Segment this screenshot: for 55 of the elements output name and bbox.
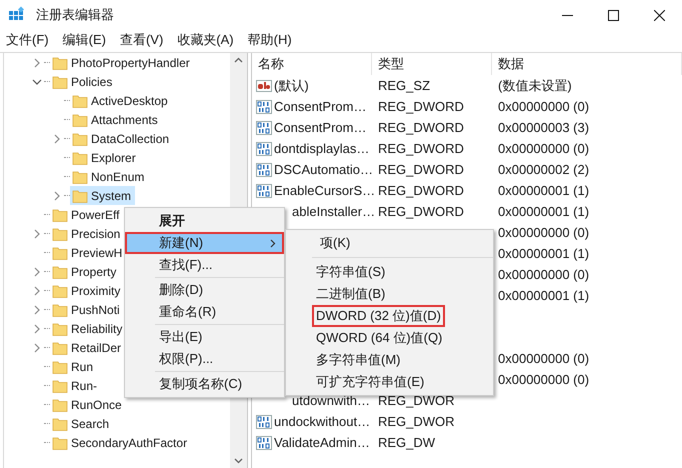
tree-item-label: Policies [71, 74, 112, 90]
tree-item-label: ActiveDesktop [91, 92, 168, 110]
value-data: 0x00000000 (0) [498, 266, 590, 282]
value-type: REG_DWOR [378, 392, 455, 408]
tree-item-label: Search [71, 416, 110, 432]
value-type: REG_DWORD [378, 204, 464, 219]
value-name: DSCAutomatio… [274, 160, 373, 179]
value-name: (默认) [274, 76, 309, 95]
value-type: REG_DWORD [378, 140, 464, 156]
tree-item-label: Run- [71, 378, 98, 394]
value-type: REG_DWORD [378, 120, 464, 135]
value-data: 0x00000000 (0) [498, 98, 590, 114]
value-data: 0x00000003 (3) [498, 120, 590, 135]
value-name: utdownwith… [291, 392, 370, 410]
value-data: 0x00000001 (1) [498, 288, 590, 303]
tree-item-label: Reliability [71, 320, 122, 338]
value-type: REG_DW [378, 434, 436, 450]
value-data: 0x00000001 (1) [498, 204, 590, 219]
value-data: 0x00000001 (1) [498, 182, 590, 198]
window-title: 注册表编辑器 [36, 6, 114, 24]
tree-item-label: Precision [71, 226, 120, 242]
value-data: 0x00000002 (2) [498, 162, 590, 177]
tree-item-label: PowerEff [71, 206, 120, 224]
tree-item-label: Attachments [91, 112, 158, 128]
value-type: REG_DWORD [378, 98, 464, 114]
value-type: REG_DWORD [378, 162, 464, 177]
value-data: 0x00000000 (0) [498, 224, 590, 240]
tree-item-label: DataCollection [91, 130, 170, 148]
value-data: (数值未设置) [498, 78, 572, 93]
tree-item-label: Explorer [91, 150, 136, 166]
tree-item-label: System [91, 188, 132, 204]
value-name: ConsentProm… [274, 98, 366, 116]
tree-item-label: NonEnum [91, 168, 144, 186]
value-name: EnableCursorS… [274, 182, 376, 200]
value-type: REG_SZ [378, 78, 430, 93]
value-name: ValidateAdmin… [274, 434, 370, 452]
tree-item-label: PhotoPropertyHandler [71, 54, 190, 72]
tree-item-label: Run [71, 358, 94, 376]
value-name: ableInstaller… [291, 202, 376, 221]
value-name: ConsentProm… [274, 118, 366, 137]
tree-item-label: PreviewH [71, 244, 122, 262]
value-name: dontdisplaylas… [274, 140, 370, 158]
tree-item-label: SecondaryAuthFactor [71, 434, 188, 452]
tree-item-label: Property [71, 264, 116, 280]
value-data: 0x00000000 (0) [498, 372, 590, 387]
tree-item-label: RetailDer [71, 340, 122, 356]
value-data: 0x00000000 (0) [498, 140, 590, 156]
value-name: undockwithout… [274, 412, 370, 431]
tree-item-label: PushNoti [71, 302, 120, 318]
tree-item-label: RunOnce [71, 396, 122, 414]
value-data: 0x00000001 (1) [498, 246, 590, 261]
value-type: REG_DWOR [378, 414, 455, 429]
value-type: REG_DWORD [378, 182, 464, 198]
value-data: 0x00000000 (0) [498, 350, 590, 366]
tree-item-label: Proximity [71, 282, 120, 300]
